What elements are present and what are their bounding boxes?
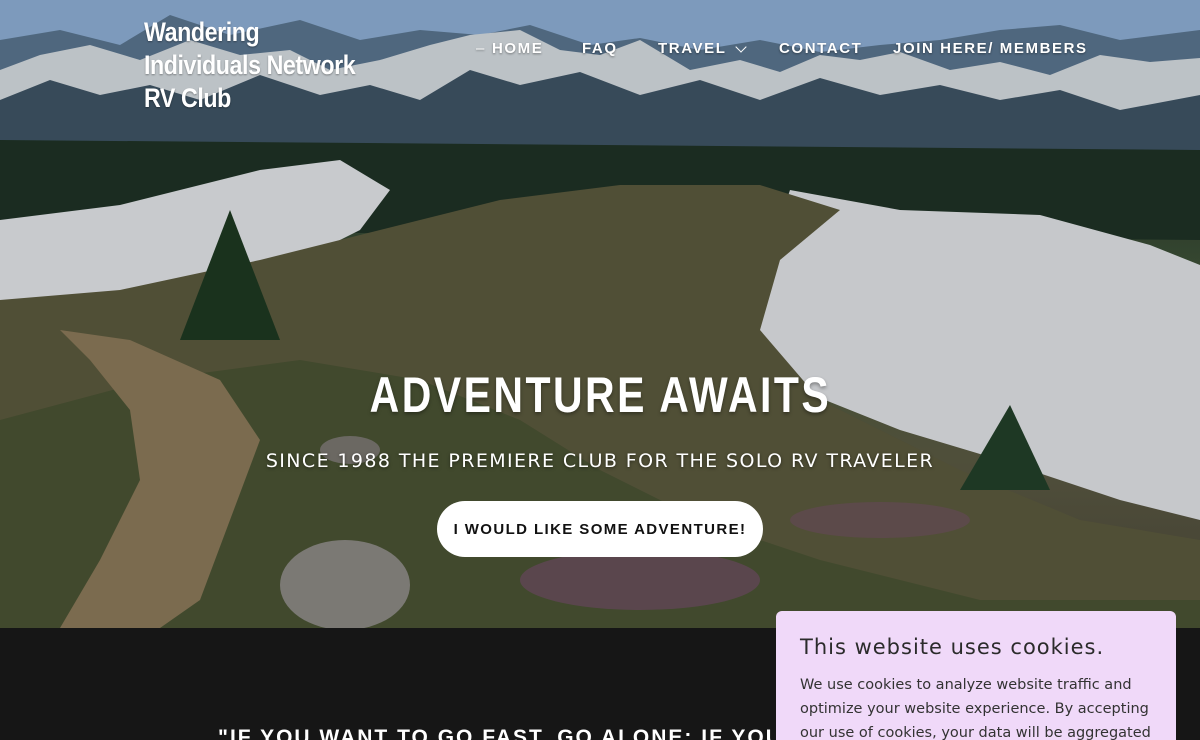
active-marker: –: [476, 40, 486, 57]
cta-label: I WOULD LIKE SOME ADVENTURE!: [453, 520, 747, 538]
nav-label: JOIN HERE/ MEMBERS: [893, 40, 1088, 57]
hero-subtitle: SINCE 1988 THE PREMIERE CLUB FOR THE SOL…: [265, 450, 935, 472]
nav-item-faq[interactable]: FAQ: [582, 40, 618, 57]
nav-label: TRAVEL: [658, 40, 727, 57]
chevron-down-icon: [734, 40, 747, 53]
nav-label: CONTACT: [779, 40, 863, 57]
nav-item-contact[interactable]: CONTACT: [779, 40, 862, 57]
nav-label: HOME: [491, 40, 544, 57]
cookie-banner: This website uses cookies. We use cookie…: [776, 611, 1176, 740]
nav-label: FAQ: [582, 40, 618, 57]
cookie-body: We use cookies to analyze website traffi…: [800, 677, 1151, 740]
hero-title-text: ADVENTURE AWAITS: [369, 367, 831, 423]
site-logo[interactable]: Wandering Individuals Network RV Club: [144, 16, 368, 115]
main-nav: – HOME FAQ TRAVEL CONTACT JOIN HERE/ MEM…: [0, 40, 1200, 62]
adventure-cta-button[interactable]: I WOULD LIKE SOME ADVENTURE!: [437, 501, 763, 557]
cookie-title: This website uses cookies.: [800, 635, 1105, 659]
logo-text: Wandering Individuals Network RV Club: [144, 17, 356, 113]
hero-title: ADVENTURE AWAITS: [0, 366, 1200, 424]
nav-item-join-members[interactable]: JOIN HERE/ MEMBERS: [893, 40, 1088, 57]
nav-item-home[interactable]: – HOME: [476, 40, 543, 57]
nav-item-travel[interactable]: TRAVEL: [658, 40, 747, 57]
